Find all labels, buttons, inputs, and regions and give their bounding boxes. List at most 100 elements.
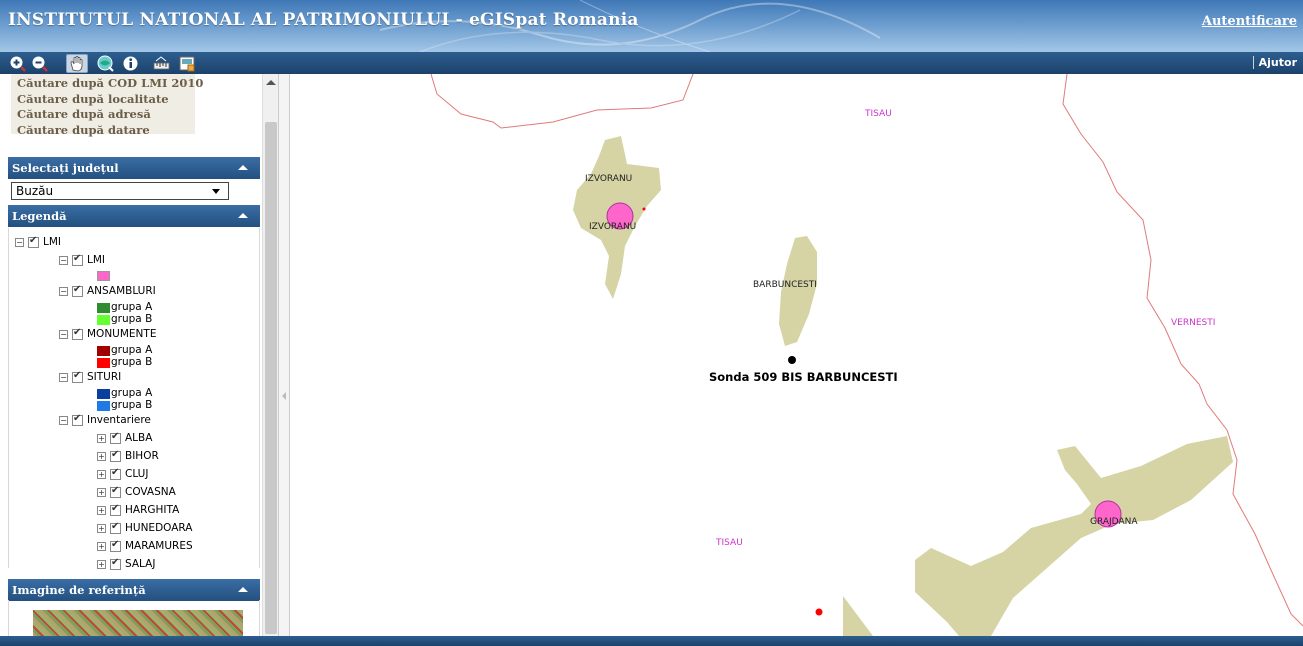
legend-item-label: grupa B: [111, 399, 153, 411]
layer-checkbox[interactable]: [72, 327, 83, 340]
collapse-toggle-icon[interactable]: −: [59, 255, 68, 265]
county-select[interactable]: Buzău: [11, 182, 229, 200]
collapse-toggle-icon[interactable]: −: [59, 372, 68, 382]
reference-map-image[interactable]: [33, 610, 243, 636]
legend-swatch: [97, 389, 110, 399]
expand-toggle-icon[interactable]: +: [97, 541, 106, 551]
county-section-header[interactable]: Selectați județul: [8, 157, 260, 179]
sonda-point: [788, 356, 796, 364]
legend-item-label: grupa A: [111, 387, 153, 399]
layer-checkbox[interactable]: [110, 467, 121, 480]
legend-swatch-lmi: [97, 271, 110, 281]
map-label-tisau-top: TISAU: [865, 109, 892, 119]
reference-image-box: [8, 600, 260, 636]
settlement-barbuncesti: [779, 236, 817, 346]
collapse-toggle-icon[interactable]: −: [59, 286, 68, 296]
legend-tree: −LMI −LMI −ANSAMBLURI grupa A grupa B −M…: [8, 228, 260, 570]
layer-checkbox[interactable]: [110, 539, 121, 552]
layer-checkbox[interactable]: [110, 557, 121, 570]
layer-checkbox[interactable]: [110, 521, 121, 534]
map-layers: [430, 74, 1303, 636]
layer-checkbox[interactable]: [72, 253, 83, 266]
inventory-county-item: +SALAJ: [97, 557, 155, 572]
expand-toggle-icon[interactable]: +: [97, 559, 106, 569]
dropdown-arrow-icon: [212, 189, 220, 194]
expand-toggle-icon[interactable]: +: [97, 487, 106, 497]
legend-group-lmi: −LMI: [59, 253, 105, 268]
print-icon[interactable]: [179, 55, 196, 72]
map-canvas[interactable]: TISAU IZVORANU IZVORANU BARBUNCESTI VERN…: [291, 74, 1303, 636]
reference-section-title: Imagine de referință: [12, 583, 146, 597]
status-bar: [0, 636, 1303, 646]
legend-swatch: [97, 401, 110, 411]
info-icon[interactable]: [122, 55, 139, 72]
layer-checkbox[interactable]: [110, 485, 121, 498]
layer-checkbox[interactable]: [72, 284, 83, 297]
legend-swatch: [97, 358, 110, 368]
login-link[interactable]: Autentificare: [1202, 14, 1297, 29]
map-label-izvoranu-point: IZVORANU: [589, 222, 637, 232]
help-link[interactable]: Ajutor: [1252, 56, 1297, 69]
panel-splitter[interactable]: [278, 74, 290, 636]
inventory-county-item: +MARAMURES: [97, 539, 193, 554]
collapse-toggle-icon[interactable]: −: [59, 329, 68, 339]
inventory-county-item: +BIHOR: [97, 449, 159, 464]
scrollbar-thumb[interactable]: [265, 122, 277, 634]
app-title: INSTITUTUL NATIONAL AL PATRIMONIULUI - e…: [8, 10, 639, 30]
app-header: INSTITUTUL NATIONAL AL PATRIMONIULUI - e…: [0, 0, 1303, 52]
expand-toggle-icon[interactable]: +: [97, 523, 106, 533]
layer-checkbox[interactable]: [110, 449, 121, 462]
legend-group-situri: −SITURI: [59, 370, 121, 385]
zoom-in-icon[interactable]: [9, 55, 26, 72]
legend-item-label: grupa B: [111, 313, 153, 325]
measure-icon[interactable]: [153, 55, 170, 72]
map-label-tisau-bottom: TISAU: [716, 538, 743, 548]
legend-item-label: grupa A: [111, 344, 153, 356]
commune-boundary: [1062, 74, 1303, 627]
county-select-value: Buzău: [16, 184, 54, 198]
reference-section-header[interactable]: Imagine de referință: [8, 579, 260, 601]
expand-toggle-icon[interactable]: +: [97, 451, 106, 461]
map-label-sonda: Sonda 509 BIS BARBUNCESTI: [709, 370, 898, 384]
scroll-up-arrow-icon[interactable]: [266, 80, 276, 85]
search-by-lmi-code-link[interactable]: Căutare după COD LMI 2010: [17, 76, 203, 92]
search-by-locality-link[interactable]: Căutare după localitate: [17, 92, 189, 108]
map-label-izvoranu: IZVORANU: [585, 174, 633, 184]
panel-scrollbar[interactable]: [262, 74, 278, 636]
layer-checkbox[interactable]: [28, 235, 39, 248]
inventory-county-item: +HARGHITA: [97, 503, 179, 518]
county-section-title: Selectați județul: [12, 161, 119, 175]
legend-section-header[interactable]: Legendă: [8, 205, 260, 227]
settlement-grajdana-south: [843, 596, 873, 636]
search-by-date-link[interactable]: Căutare după datare: [17, 123, 189, 139]
map-label-vernesti: VERNESTI: [1171, 318, 1216, 328]
expand-toggle-icon[interactable]: +: [97, 505, 106, 515]
zoom-extent-icon[interactable]: [97, 55, 114, 72]
collapse-toggle-icon[interactable]: −: [15, 237, 24, 247]
layer-checkbox[interactable]: [110, 503, 121, 516]
collapse-icon: [238, 587, 248, 592]
legend-group-ansambluri: −ANSAMBLURI: [59, 284, 156, 299]
map-label-barbuncesti: BARBUNCESTI: [753, 280, 817, 290]
search-links: Căutare după COD LMI 2010 Căutare după l…: [11, 74, 203, 137]
expand-toggle-icon[interactable]: +: [97, 433, 106, 443]
zoom-out-icon[interactable]: [31, 55, 48, 72]
monument-point: [642, 207, 646, 211]
map-label-grajdana: GRAJDANA: [1090, 517, 1138, 527]
collapse-toggle-icon[interactable]: −: [59, 415, 68, 425]
inventory-county-item: +CLUJ: [97, 467, 148, 482]
layer-checkbox[interactable]: [72, 413, 83, 426]
collapse-panel-arrow-icon[interactable]: [282, 392, 286, 400]
legend-group-monumente: −MONUMENTE: [59, 327, 156, 342]
search-by-address-link[interactable]: Căutare după adresă: [17, 107, 189, 123]
collapse-icon: [238, 165, 248, 170]
monument-point: [815, 608, 823, 616]
layer-checkbox[interactable]: [72, 370, 83, 383]
inventory-county-item: +ALBA: [97, 431, 152, 446]
layer-checkbox[interactable]: [110, 431, 121, 444]
commune-boundary: [430, 74, 694, 129]
legend-item-label: grupa B: [111, 356, 153, 368]
inventory-county-item: +HUNEDOARA: [97, 521, 192, 536]
expand-toggle-icon[interactable]: +: [97, 469, 106, 479]
pan-hand-icon[interactable]: [66, 54, 88, 73]
